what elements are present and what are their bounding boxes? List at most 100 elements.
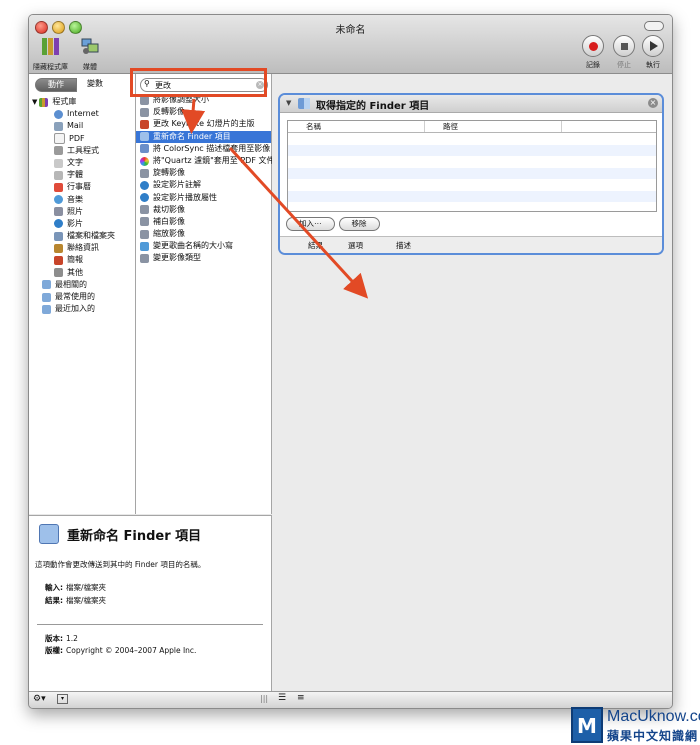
bottom-bar: ⚙▾ ▾ ||| ☰ ≡ — [29, 691, 672, 708]
input-label: 輸入: — [45, 583, 63, 592]
action-item-selected[interactable]: 重新命名 Finder 項目 — [136, 130, 271, 143]
run-label: 執行 — [646, 61, 660, 69]
media-button[interactable]: 媒體 — [79, 35, 101, 72]
items-table[interactable]: 名稱 路徑 — [287, 120, 657, 212]
show-description-icon[interactable]: ▾ — [57, 694, 68, 704]
action-item[interactable]: 反轉影像 — [136, 106, 271, 118]
library-icon — [41, 38, 59, 55]
library-item-label: Mail — [67, 121, 84, 131]
stop-button[interactable]: 停止 — [613, 35, 635, 70]
utilities-icon — [54, 146, 63, 156]
panel-buttons: 加入⋯ 移除 — [286, 217, 380, 231]
preview-icon — [140, 107, 149, 117]
action-item[interactable]: 變更影像類型 — [136, 252, 271, 264]
run-button[interactable]: 執行 — [642, 35, 664, 70]
column-header-path[interactable]: 路徑 — [425, 121, 562, 132]
hide-library-button[interactable]: 隱藏程式庫 — [33, 35, 68, 72]
run-icon — [642, 35, 664, 57]
action-item-label: 設定影片播放屬性 — [153, 192, 217, 202]
tab-options[interactable]: 選項 — [348, 240, 363, 251]
calendar-icon — [54, 182, 63, 192]
library-item[interactable]: 行事曆 — [29, 181, 135, 193]
gear-icon[interactable]: ⚙▾ — [33, 694, 46, 704]
tab-variables[interactable]: 變數 — [77, 78, 115, 90]
close-icon[interactable]: × — [648, 98, 658, 108]
toolbar-toggle-button[interactable] — [644, 21, 664, 31]
library-item[interactable]: Internet — [29, 108, 135, 120]
tab-actions[interactable]: 動作 — [35, 78, 77, 92]
action-item[interactable]: 變更歌曲名稱的大小寫 — [136, 240, 271, 252]
action-item[interactable]: 旋轉影像 — [136, 167, 271, 179]
library-item[interactable]: 照片 — [29, 206, 135, 218]
library-item[interactable]: 字體 — [29, 169, 135, 181]
library-item[interactable]: Mail — [29, 120, 135, 132]
table-header: 名稱 路徑 — [288, 121, 656, 133]
column-header-name[interactable]: 名稱 — [288, 121, 425, 132]
library-item[interactable]: 簡報 — [29, 254, 135, 266]
action-item-label: 補白影像 — [153, 216, 185, 226]
action-item[interactable]: 將 ColorSync 描述檔套用至影像 — [136, 143, 271, 155]
action-item-label: 縮放影像 — [153, 229, 185, 239]
divider — [37, 624, 263, 625]
record-icon — [582, 35, 604, 57]
action-item[interactable]: 將"Quartz 濾鏡"套用至 PDF 文件 — [136, 155, 274, 167]
smart-group[interactable]: 最常使用的 — [29, 291, 135, 303]
action-item[interactable]: 設定影片播放屬性 — [136, 192, 271, 204]
action-item[interactable]: 補白影像 — [136, 216, 271, 228]
library-item-label: 照片 — [67, 206, 83, 216]
finder-icon — [54, 231, 63, 241]
library-item-label: 字體 — [67, 170, 83, 180]
library-item[interactable]: 聯絡資訊 — [29, 242, 135, 254]
record-button[interactable]: 記錄 — [582, 35, 604, 70]
other-icon — [54, 268, 63, 278]
remove-button[interactable]: 移除 — [338, 217, 380, 231]
library-item-label: 文字 — [67, 157, 83, 167]
library-item[interactable]: 檔案和檔案夾 — [29, 230, 135, 242]
smart-group[interactable]: 最相關的 — [29, 279, 135, 291]
media-icon — [81, 38, 99, 54]
add-button[interactable]: 加入⋯ — [286, 217, 335, 231]
splitter-handle-icon[interactable]: ||| — [260, 694, 268, 703]
address-book-icon — [54, 243, 63, 253]
library-root[interactable]: ▼ 程式庫 — [29, 96, 135, 108]
action-item[interactable]: 裁切影像 — [136, 204, 271, 216]
smart-group[interactable]: 最近加入的 — [29, 303, 135, 315]
smart-group-label: 最常使用的 — [55, 292, 95, 301]
music-icon — [54, 195, 63, 205]
action-item-label: 裁切影像 — [153, 204, 185, 214]
action-item[interactable]: 更改 Keynote 幻燈片的主版 — [136, 118, 271, 130]
actions-column: ⚲ 更改 × 將影像調整大小 反轉影像 更改 Keynote 幻燈片的主版 重新… — [136, 74, 274, 514]
action-item[interactable]: 設定影片註解 — [136, 179, 271, 191]
action-item-label: 重新命名 Finder 項目 — [153, 131, 231, 141]
library-item[interactable]: PDF — [29, 133, 135, 145]
action-item-label: 反轉影像 — [153, 107, 185, 117]
automator-window: 未命名 隱藏程式庫 媒體 記錄 停止 執行 動作 變數 ▼ 程式庫 Intern… — [28, 14, 673, 709]
workflow-area[interactable]: ▼ 取得指定的 Finder 項目 × 名稱 路徑 加入⋯ 移除 結果 選項 描… — [272, 74, 672, 691]
panel-tabs: 結果 選項 描述 — [280, 236, 662, 253]
internet-icon — [54, 109, 63, 119]
watermark-line2: 蘋果中文知識網 — [607, 729, 699, 743]
tab-results[interactable]: 結果 — [308, 240, 323, 251]
action-item[interactable]: 縮放影像 — [136, 228, 271, 240]
library-item-label: 音樂 — [67, 194, 83, 204]
presentation-icon — [54, 256, 63, 266]
action-panel-header[interactable]: ▼ 取得指定的 Finder 項目 × — [280, 95, 662, 113]
library-item[interactable]: 工具程式 — [29, 145, 135, 157]
table-row — [288, 144, 656, 156]
smart-folder-icon — [42, 304, 51, 314]
disclosure-icon[interactable]: ▼ — [286, 99, 291, 107]
tab-description[interactable]: 描述 — [396, 240, 411, 251]
library-item[interactable]: 其他 — [29, 267, 135, 279]
colorsync-icon — [140, 144, 149, 154]
list-view-icon[interactable]: ☰ — [278, 693, 286, 703]
pdf-icon — [54, 133, 65, 145]
library-item[interactable]: 影片 — [29, 218, 135, 230]
library-item[interactable]: 文字 — [29, 157, 135, 169]
library-item-label: Internet — [67, 109, 99, 119]
hide-library-label: 隱藏程式庫 — [33, 63, 68, 71]
library-item[interactable]: 音樂 — [29, 194, 135, 206]
finder-icon — [298, 98, 310, 112]
action-panel[interactable]: ▼ 取得指定的 Finder 項目 × 名稱 路徑 加入⋯ 移除 結果 選項 描… — [278, 93, 664, 255]
log-view-icon[interactable]: ≡ — [297, 693, 305, 703]
table-row — [288, 179, 656, 191]
